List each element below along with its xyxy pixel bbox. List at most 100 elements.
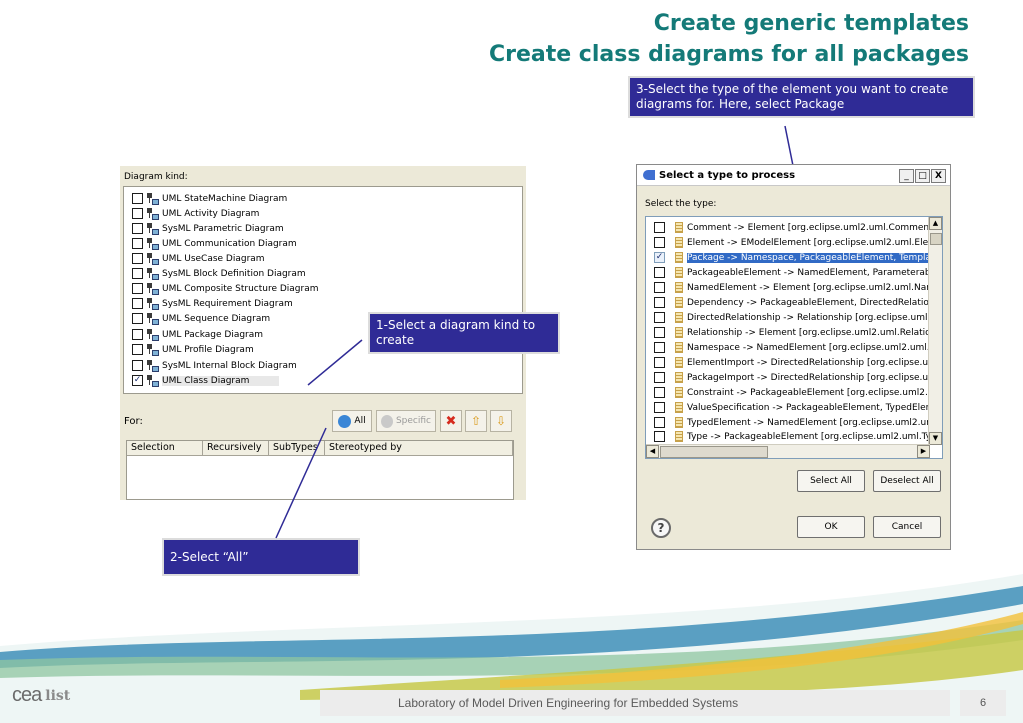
type-list-item[interactable]: ValueSpecification -> PackageableElement… — [654, 400, 930, 415]
move-down-button[interactable]: ⇩ — [490, 410, 512, 432]
diagram-item[interactable]: SysML Parametric Diagram — [132, 221, 284, 236]
cea-list-logo: cea list — [12, 684, 70, 707]
diagram-item[interactable]: UML Communication Diagram — [132, 236, 297, 251]
vertical-scrollbar[interactable]: ▲ ▼ — [928, 217, 942, 445]
type-list-item[interactable]: DirectedRelationship -> Relationship [or… — [654, 310, 930, 325]
horizontal-scroll-thumb[interactable] — [660, 446, 768, 458]
metaclass-icon — [675, 222, 683, 233]
diagram-item-label: UML Class Diagram — [162, 375, 280, 386]
diagram-item-label: UML UseCase Diagram — [162, 253, 265, 264]
type-list-item[interactable]: Relationship -> Element [org.eclipse.uml… — [654, 325, 930, 340]
type-label: NamedElement -> Element [org.eclipse.uml… — [687, 282, 930, 293]
diagram-item-label: UML Package Diagram — [162, 329, 264, 340]
checkbox[interactable] — [654, 357, 665, 368]
type-list-item[interactable]: Comment -> Element [org.eclipse.uml2.uml… — [654, 220, 930, 235]
checkbox[interactable] — [132, 298, 143, 309]
maximize-button[interactable]: □ — [915, 169, 930, 183]
diagram-item-selected[interactable]: ✓ UML Class Diagram — [132, 373, 280, 388]
specific-button[interactable]: Specific — [376, 410, 436, 432]
diagram-item-label: UML Communication Diagram — [162, 238, 297, 249]
type-list-item[interactable]: PackageableElement -> NamedElement, Para… — [654, 265, 930, 280]
diagram-item[interactable]: SysML Internal Block Diagram — [132, 358, 297, 373]
callout-step-3: 3-Select the type of the element you wan… — [630, 78, 973, 116]
checkbox[interactable] — [132, 253, 143, 264]
checkbox[interactable] — [654, 237, 665, 248]
horizontal-scrollbar[interactable]: ◀ ▶ — [646, 444, 930, 458]
diagram-item[interactable]: UML Sequence Diagram — [132, 311, 270, 326]
help-icon[interactable]: ? — [651, 518, 671, 538]
diagram-item-label: SysML Internal Block Diagram — [162, 360, 297, 371]
checkbox[interactable] — [654, 312, 665, 323]
type-list-item[interactable]: Type -> PackageableElement [org.eclipse.… — [654, 430, 930, 443]
cancel-button[interactable]: Cancel — [873, 516, 941, 538]
select-type-dialog: Select a type to process _ □ X Select th… — [636, 164, 951, 550]
diagram-item[interactable]: UML Package Diagram — [132, 327, 263, 342]
type-list-item-selected[interactable]: ✓ Package -> Namespace, PackageableElemen… — [654, 250, 930, 265]
scroll-up-icon[interactable]: ▲ — [929, 217, 942, 230]
type-list-item[interactable]: TypedElement -> NamedElement [org.eclips… — [654, 415, 930, 430]
checkbox[interactable] — [654, 267, 665, 278]
checkbox[interactable] — [654, 297, 665, 308]
checkbox[interactable] — [132, 208, 143, 219]
type-list-item[interactable]: Dependency -> PackageableElement, Direct… — [654, 295, 930, 310]
all-button[interactable]: All — [332, 410, 372, 432]
diagram-item[interactable]: UML Composite Structure Diagram — [132, 281, 319, 296]
type-list-item[interactable]: Namespace -> NamedElement [org.eclipse.u… — [654, 340, 930, 355]
diagram-item[interactable]: UML StateMachine Diagram — [132, 191, 287, 206]
type-list-item[interactable]: ElementImport -> DirectedRelationship [o… — [654, 355, 930, 370]
checkbox[interactable] — [132, 360, 143, 371]
checkbox[interactable] — [654, 431, 665, 442]
specific-button-label: Specific — [395, 416, 431, 426]
ok-button[interactable]: OK — [797, 516, 865, 538]
diagram-item[interactable]: UML UseCase Diagram — [132, 251, 265, 266]
move-up-button[interactable]: ⇧ — [465, 410, 487, 432]
scroll-down-icon[interactable]: ▼ — [929, 432, 942, 445]
checkbox[interactable] — [132, 238, 143, 249]
checkbox[interactable] — [132, 329, 143, 340]
diagram-item[interactable]: UML Activity Diagram — [132, 206, 259, 221]
checkbox[interactable] — [132, 283, 143, 294]
checkbox[interactable] — [654, 222, 665, 233]
vertical-scroll-thumb[interactable] — [930, 233, 942, 245]
checkbox[interactable] — [654, 372, 665, 383]
checkbox[interactable] — [654, 282, 665, 293]
checkbox[interactable] — [654, 402, 665, 413]
checkbox[interactable] — [654, 342, 665, 353]
checkbox[interactable] — [132, 223, 143, 234]
metaclass-icon — [675, 312, 683, 323]
type-list-item[interactable]: Element -> EModelElement [org.eclipse.um… — [654, 235, 930, 250]
diagram-item[interactable]: SysML Block Definition Diagram — [132, 266, 306, 281]
diagram-item[interactable]: UML Profile Diagram — [132, 342, 254, 357]
deselect-all-button[interactable]: Deselect All — [873, 470, 941, 492]
close-button[interactable]: X — [931, 169, 946, 183]
type-label: TypedElement -> NamedElement [org.eclips… — [687, 417, 930, 428]
column-header[interactable]: Selection — [127, 441, 203, 456]
column-header[interactable]: SubTypes — [269, 441, 325, 456]
checkbox-checked[interactable]: ✓ — [132, 375, 143, 386]
delete-icon: ✖ — [445, 413, 457, 429]
diagram-type-icon — [147, 252, 159, 265]
checkbox[interactable] — [132, 268, 143, 279]
checkbox[interactable] — [132, 313, 143, 324]
diagram-type-icon — [147, 207, 159, 220]
type-list-item[interactable]: PackageImport -> DirectedRelationship [o… — [654, 370, 930, 385]
delete-button[interactable]: ✖ — [440, 410, 462, 432]
checkbox[interactable] — [654, 387, 665, 398]
checkbox[interactable] — [654, 327, 665, 338]
checkbox[interactable] — [132, 193, 143, 204]
checkbox[interactable] — [654, 417, 665, 428]
column-header[interactable]: Recursively — [203, 441, 269, 456]
type-list-item[interactable]: Constraint -> PackageableElement [org.ec… — [654, 385, 930, 400]
title-line-2: Create class diagrams for all packages — [488, 42, 969, 67]
select-all-button[interactable]: Select All — [797, 470, 865, 492]
type-list-item[interactable]: NamedElement -> Element [org.eclipse.uml… — [654, 280, 930, 295]
checkbox[interactable] — [132, 344, 143, 355]
column-header[interactable]: Stereotyped by — [325, 441, 513, 456]
scroll-right-icon[interactable]: ▶ — [917, 445, 930, 458]
checkbox-checked[interactable]: ✓ — [654, 252, 665, 263]
scroll-left-icon[interactable]: ◀ — [646, 445, 659, 458]
diagram-item[interactable]: SysML Requirement Diagram — [132, 296, 293, 311]
metaclass-icon — [675, 282, 683, 293]
minimize-button[interactable]: _ — [899, 169, 914, 183]
metaclass-icon — [675, 342, 683, 353]
